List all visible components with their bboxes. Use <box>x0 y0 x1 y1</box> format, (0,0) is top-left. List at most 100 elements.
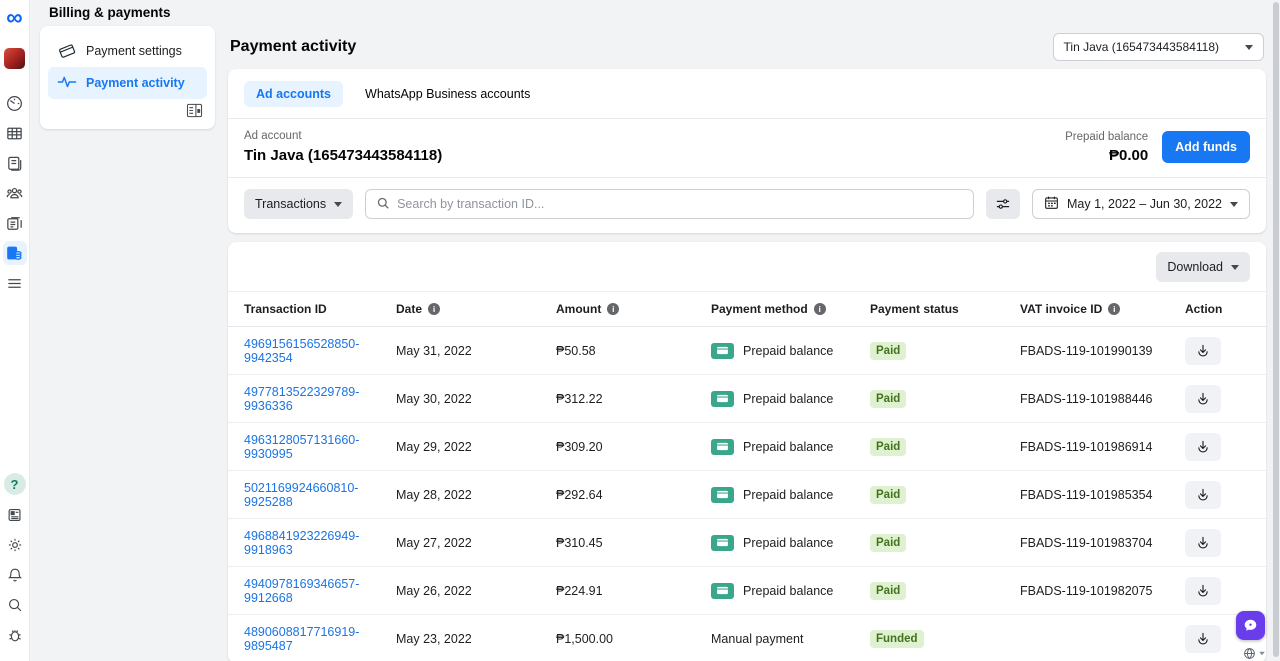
payment-status-badge: Paid <box>870 534 906 552</box>
download-invoice-button[interactable] <box>1185 577 1221 605</box>
table-body: 4969156156528850-9942354 May 31, 2022 ₱5… <box>228 327 1266 661</box>
payment-method-label: Prepaid balance <box>743 488 833 502</box>
sidebar-item-payment-activity[interactable]: Payment activity <box>48 67 207 99</box>
account-tabs: Ad accounts WhatsApp Business accounts <box>228 69 1266 118</box>
vat-invoice-cell: FBADS-119-101983704 <box>1020 536 1185 550</box>
payment-status-badge: Paid <box>870 582 906 600</box>
amount-cell: ₱1,500.00 <box>556 632 711 646</box>
account-selector-dropdown[interactable]: Tin Java (165473443584118) <box>1053 33 1264 61</box>
table-header-row: Transaction IDDateAmountPayment methodPa… <box>228 291 1266 327</box>
pages-icon[interactable] <box>3 151 27 175</box>
account-card: Ad accounts WhatsApp Business accounts A… <box>228 69 1266 233</box>
all-tools-icon[interactable] <box>3 271 27 295</box>
prepaid-card-icon <box>711 343 734 359</box>
transaction-id-link[interactable]: 4890608817716919-9895487 <box>244 625 359 653</box>
date-cell: May 28, 2022 <box>396 488 556 502</box>
transactions-card: Download Transaction IDDateAmountPayment… <box>228 242 1266 661</box>
payment-method-cell: Prepaid balance <box>711 583 870 599</box>
search-icon[interactable] <box>3 593 27 617</box>
sidebar-item-payment-settings[interactable]: Payment settings <box>48 35 207 67</box>
sidebar-item-label: Payment settings <box>86 44 182 58</box>
vat-invoice-cell: FBADS-119-101982075 <box>1020 584 1185 598</box>
chat-support-button[interactable] <box>1236 611 1265 640</box>
chevron-down-icon <box>1231 265 1239 270</box>
amount-cell: ₱292.64 <box>556 488 711 502</box>
payment-method-label: Prepaid balance <box>743 440 833 454</box>
prepaid-balance-value: ₱0.00 <box>1065 147 1148 164</box>
transaction-id-link[interactable]: 4963128057131660-9930995 <box>244 433 359 461</box>
column-header-label: Action <box>1185 302 1222 316</box>
column-header-label: Amount <box>556 302 601 316</box>
payment-method-label: Prepaid balance <box>743 344 833 358</box>
language-selector[interactable] <box>1243 647 1266 660</box>
billing-icon[interactable] <box>3 241 27 265</box>
prepaid-card-icon <box>711 391 734 407</box>
settings-gear-icon[interactable] <box>3 533 27 557</box>
transaction-id-link[interactable]: 4969156156528850-9942354 <box>244 337 359 365</box>
table-row: 4890608817716919-9895487 May 23, 2022 ₱1… <box>228 615 1266 661</box>
transactions-type-label: Transactions <box>255 197 326 211</box>
sidebar-item-label: Payment activity <box>86 76 185 90</box>
date-range-value: May 1, 2022 – Jun 30, 2022 <box>1067 197 1222 211</box>
transaction-id-link[interactable]: 4968841923226949-9918963 <box>244 529 359 557</box>
filters-sliders-icon[interactable] <box>986 189 1020 219</box>
globe-icon <box>1243 647 1256 660</box>
payment-method-cell: Prepaid balance <box>711 343 870 359</box>
main-panel: Payment activity Tin Java (1654734435841… <box>228 25 1266 661</box>
info-icon[interactable] <box>814 303 826 315</box>
date-range-dropdown[interactable]: May 1, 2022 – Jun 30, 2022 <box>1032 189 1250 219</box>
billing-app: ∞ <box>0 0 1280 661</box>
audiences-icon[interactable] <box>3 181 27 205</box>
date-cell: May 30, 2022 <box>396 392 556 406</box>
download-dropdown[interactable]: Download <box>1156 252 1250 282</box>
account-avatar[interactable] <box>4 48 25 69</box>
info-icon[interactable] <box>1108 303 1120 315</box>
prepaid-card-icon <box>711 487 734 503</box>
rail-bottom-group <box>3 473 27 653</box>
notifications-bell-icon[interactable] <box>3 563 27 587</box>
download-invoice-button[interactable] <box>1185 529 1221 557</box>
download-invoice-button[interactable] <box>1185 385 1221 413</box>
overview-icon[interactable] <box>3 91 27 115</box>
vat-invoice-cell: FBADS-119-101985354 <box>1020 488 1185 502</box>
vertical-scrollbar[interactable] <box>1273 2 1279 657</box>
tab-ad-accounts[interactable]: Ad accounts <box>244 81 343 107</box>
ad-account-label: Ad account <box>244 130 442 142</box>
chevron-down-icon <box>1230 202 1238 207</box>
ads-manager-icon[interactable] <box>3 211 27 235</box>
meta-logo-icon[interactable]: ∞ <box>6 7 22 27</box>
report-bug-icon[interactable] <box>3 623 27 647</box>
updates-icon[interactable] <box>3 503 27 527</box>
payment-method-label: Prepaid balance <box>743 536 833 550</box>
left-icon-rail: ∞ <box>0 0 30 661</box>
plan-table-icon[interactable] <box>3 121 27 145</box>
search-input[interactable] <box>397 197 963 211</box>
table-row: 5021169924660810-9925288 May 28, 2022 ₱2… <box>228 471 1266 519</box>
ad-account-name: Tin Java (165473443584118) <box>244 147 442 164</box>
info-icon[interactable] <box>607 303 619 315</box>
account-selector-value: Tin Java (165473443584118) <box>1064 40 1219 54</box>
transaction-id-link[interactable]: 4940978169346657-9912668 <box>244 577 359 605</box>
download-invoice-button[interactable] <box>1185 481 1221 509</box>
download-invoice-button[interactable] <box>1185 433 1221 461</box>
info-icon[interactable] <box>428 303 440 315</box>
credit-card-icon <box>57 41 77 62</box>
help-icon[interactable] <box>4 473 26 495</box>
chevron-down-icon <box>1259 652 1265 656</box>
transactions-type-dropdown[interactable]: Transactions <box>244 189 353 219</box>
content-area: Billing & payments Payment settings Paym… <box>30 0 1280 661</box>
activity-pulse-icon <box>57 74 77 93</box>
add-funds-button[interactable]: Add funds <box>1162 131 1250 163</box>
amount-cell: ₱312.22 <box>556 392 711 406</box>
download-invoice-button[interactable] <box>1185 337 1221 365</box>
payment-method-label: Prepaid balance <box>743 584 833 598</box>
column-header: Payment status <box>870 302 1020 316</box>
column-header: Transaction ID <box>244 302 396 316</box>
calendar-icon <box>1044 195 1059 213</box>
tab-whatsapp-business-accounts[interactable]: WhatsApp Business accounts <box>353 81 542 107</box>
table-row: 4940978169346657-9912668 May 26, 2022 ₱2… <box>228 567 1266 615</box>
transaction-id-link[interactable]: 5021169924660810-9925288 <box>244 481 358 509</box>
transaction-id-link[interactable]: 4977813522329789-9936336 <box>244 385 359 413</box>
collapse-sidebar-icon[interactable] <box>186 103 203 121</box>
download-invoice-button[interactable] <box>1185 625 1221 653</box>
